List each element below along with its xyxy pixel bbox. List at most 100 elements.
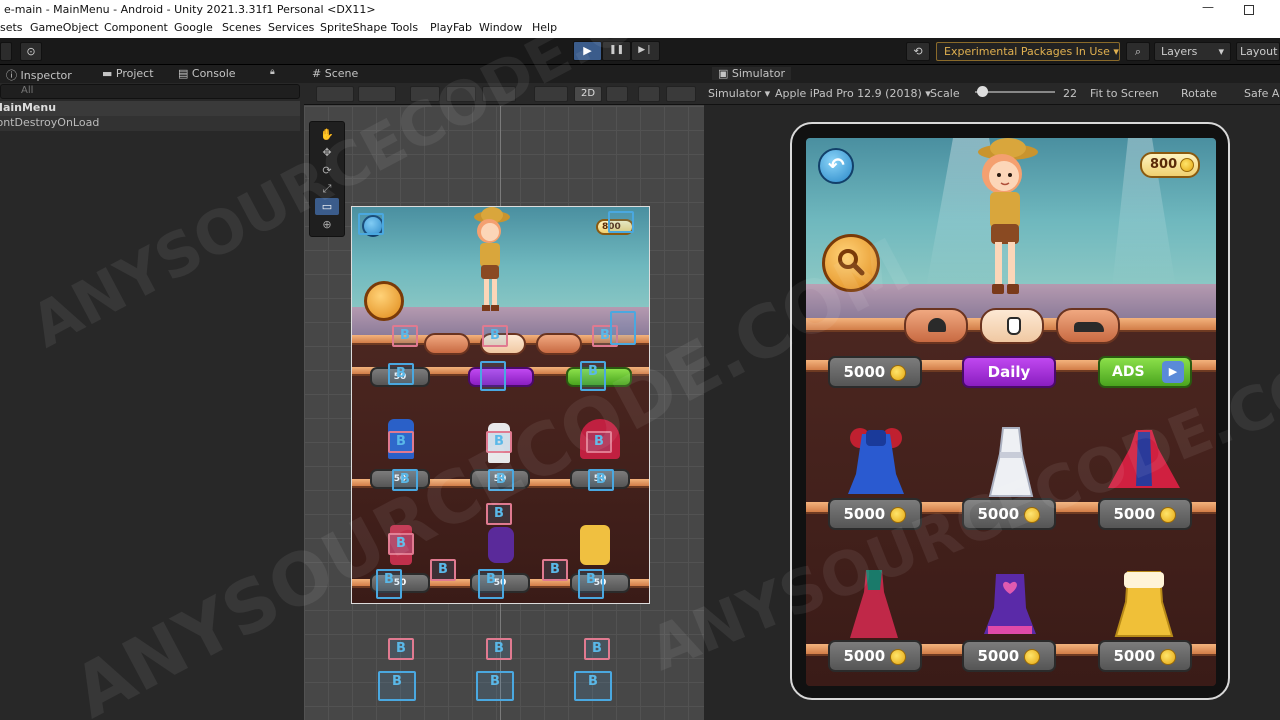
ui-selection-handle[interactable]: B <box>578 569 604 599</box>
global-toggle[interactable] <box>446 86 476 102</box>
rotate-button[interactable]: Rotate <box>1181 87 1217 100</box>
minimize-icon[interactable]: — <box>1202 0 1214 14</box>
lock-icon[interactable]: 🔒︎ <box>270 67 275 77</box>
ui-selection-handle[interactable] <box>610 311 636 345</box>
category-tab[interactable] <box>536 333 582 355</box>
ui-selection-handle[interactable] <box>608 211 634 233</box>
layout-dropdown[interactable]: Layout <box>1236 42 1280 61</box>
ui-selection-handle[interactable]: B <box>392 469 418 491</box>
ui-selection-handle[interactable]: B <box>388 638 414 660</box>
daily-button[interactable]: Daily <box>962 356 1056 388</box>
menu-help[interactable]: Help <box>532 21 557 34</box>
fit-to-screen-toggle[interactable]: Fit to Screen <box>1090 87 1159 100</box>
simulator-mode-dropdown[interactable]: Simulator ▾ <box>708 87 770 100</box>
back-button[interactable]: ↶ <box>818 148 854 184</box>
tab-simulator[interactable]: ▣ Simulator <box>712 67 791 80</box>
pause-button[interactable]: ❚❚ <box>602 41 631 61</box>
ui-selection-handle[interactable]: B <box>388 431 414 453</box>
ui-selection-handle[interactable]: B <box>388 363 414 385</box>
ui-selection-handle[interactable]: B <box>482 325 508 347</box>
ui-selection-handle[interactable]: B <box>488 469 514 491</box>
tab-inspector[interactable]: ⓘ Inspector <box>6 67 72 83</box>
gizmo-dropdown[interactable] <box>534 86 568 102</box>
move-tool-icon[interactable]: ✥ <box>315 144 339 161</box>
transform-tool-icon[interactable]: ⊕ <box>315 216 339 233</box>
cloud-icon[interactable]: ⊙ <box>20 42 42 61</box>
audio-icon[interactable] <box>638 86 660 102</box>
experimental-packages-button[interactable]: Experimental Packages In Use ▾ <box>936 42 1120 61</box>
search-icon[interactable] <box>822 234 880 292</box>
lighting-icon[interactable] <box>606 86 628 102</box>
scale-slider-handle[interactable] <box>977 86 988 97</box>
effects-dropdown[interactable] <box>666 86 696 102</box>
price-button[interactable]: 5000 <box>962 640 1056 672</box>
game-screen[interactable]: ↶ 800 5000 Daily ADS ▶ 5000 5000 5000 50… <box>806 138 1216 686</box>
pivot-toggle[interactable] <box>410 86 440 102</box>
hand-tool-icon[interactable]: ✋ <box>315 126 339 143</box>
price-button[interactable]: 5000 <box>962 498 1056 530</box>
price-button[interactable]: 5000 <box>1098 498 1192 530</box>
ui-selection-handle[interactable] <box>358 213 384 235</box>
rect-tool-icon[interactable]: ▭ <box>315 198 339 215</box>
price-button[interactable]: 5000 <box>828 356 922 388</box>
ui-selection-handle[interactable]: B <box>586 431 612 453</box>
ui-selection-handle[interactable]: B <box>486 638 512 660</box>
play-button[interactable]: ▶ <box>573 41 602 61</box>
menu-gameobject[interactable]: GameObject <box>30 21 99 34</box>
ui-selection-handle[interactable]: B <box>430 559 456 581</box>
ui-selection-handle[interactable] <box>480 361 506 391</box>
step-button[interactable]: ▶❘ <box>631 41 660 61</box>
ui-selection-handle[interactable]: B <box>588 469 614 491</box>
account-icon[interactable] <box>0 42 12 61</box>
menu-tools[interactable]: Tools <box>391 21 418 34</box>
search-icon[interactable] <box>364 281 404 321</box>
menu-spriteshape[interactable]: SpriteShape <box>320 21 387 34</box>
ui-selection-handle[interactable]: B <box>542 559 568 581</box>
price-button[interactable]: 5000 <box>1098 640 1192 672</box>
ads-button[interactable]: ADS ▶ <box>1098 356 1192 388</box>
ui-selection-handle[interactable]: B <box>486 503 512 525</box>
ui-selection-handle[interactable]: B <box>580 361 606 391</box>
menu-assets[interactable]: sets <box>0 21 23 34</box>
snap-dropdown[interactable] <box>482 86 516 102</box>
menu-playfab[interactable]: PlayFab <box>430 21 472 34</box>
undo-history-icon[interactable]: ⟲ <box>906 42 930 61</box>
menu-google[interactable]: Google <box>174 21 213 34</box>
safe-area-toggle[interactable]: Safe A <box>1244 87 1279 100</box>
menu-scenes[interactable]: Scenes <box>222 21 261 34</box>
scale-tool-icon[interactable]: ⤢ <box>315 180 339 197</box>
hierarchy-item[interactable]: MainMenu <box>0 101 300 116</box>
maximize-icon[interactable] <box>1244 5 1254 15</box>
category-tab-helmet[interactable] <box>904 308 968 344</box>
ui-selection-handle[interactable]: B <box>376 569 402 599</box>
hierarchy-item[interactable]: DontDestroyOnLoad <box>0 116 300 131</box>
2d-toggle[interactable]: 2D <box>574 86 602 102</box>
category-tab-shoe[interactable] <box>1056 308 1120 344</box>
rotate-tool-icon[interactable]: ⟳ <box>315 162 339 179</box>
price-button[interactable]: 5000 <box>828 640 922 672</box>
ui-selection-handle[interactable]: B <box>388 533 414 555</box>
draw-mode-dropdown[interactable] <box>358 86 396 102</box>
shading-mode-dropdown[interactable] <box>316 86 354 102</box>
tab-project[interactable]: ▬ Project <box>102 67 154 80</box>
menu-window[interactable]: Window <box>479 21 522 34</box>
device-dropdown[interactable]: Apple iPad Pro 12.9 (2018) ▾ <box>775 87 931 100</box>
ui-selection-handle[interactable]: B <box>476 671 514 701</box>
menu-services[interactable]: Services <box>268 21 314 34</box>
ui-selection-handle[interactable]: B <box>378 671 416 701</box>
ui-selection-handle[interactable]: B <box>584 638 610 660</box>
menu-component[interactable]: Component <box>104 21 168 34</box>
price-button[interactable]: 5000 <box>828 498 922 530</box>
ui-selection-handle[interactable]: B <box>478 569 504 599</box>
category-tab-dress[interactable] <box>980 308 1044 344</box>
search-icon[interactable]: ⌕ <box>1126 42 1150 61</box>
ui-selection-handle[interactable]: B <box>486 431 512 453</box>
category-tab[interactable] <box>424 333 470 355</box>
layers-dropdown[interactable]: Layers ▾ <box>1154 42 1231 61</box>
ui-selection-handle[interactable]: B <box>392 325 418 347</box>
ui-selection-handle[interactable]: B <box>574 671 612 701</box>
scene-canvas-preview[interactable]: 800 50 50 50 50 50 50 50 B B B B B B B B <box>351 206 650 604</box>
tab-console[interactable]: ▤ Console <box>178 67 236 80</box>
hierarchy-search-input[interactable]: All <box>0 84 300 99</box>
tab-scene[interactable]: # Scene <box>312 67 358 80</box>
